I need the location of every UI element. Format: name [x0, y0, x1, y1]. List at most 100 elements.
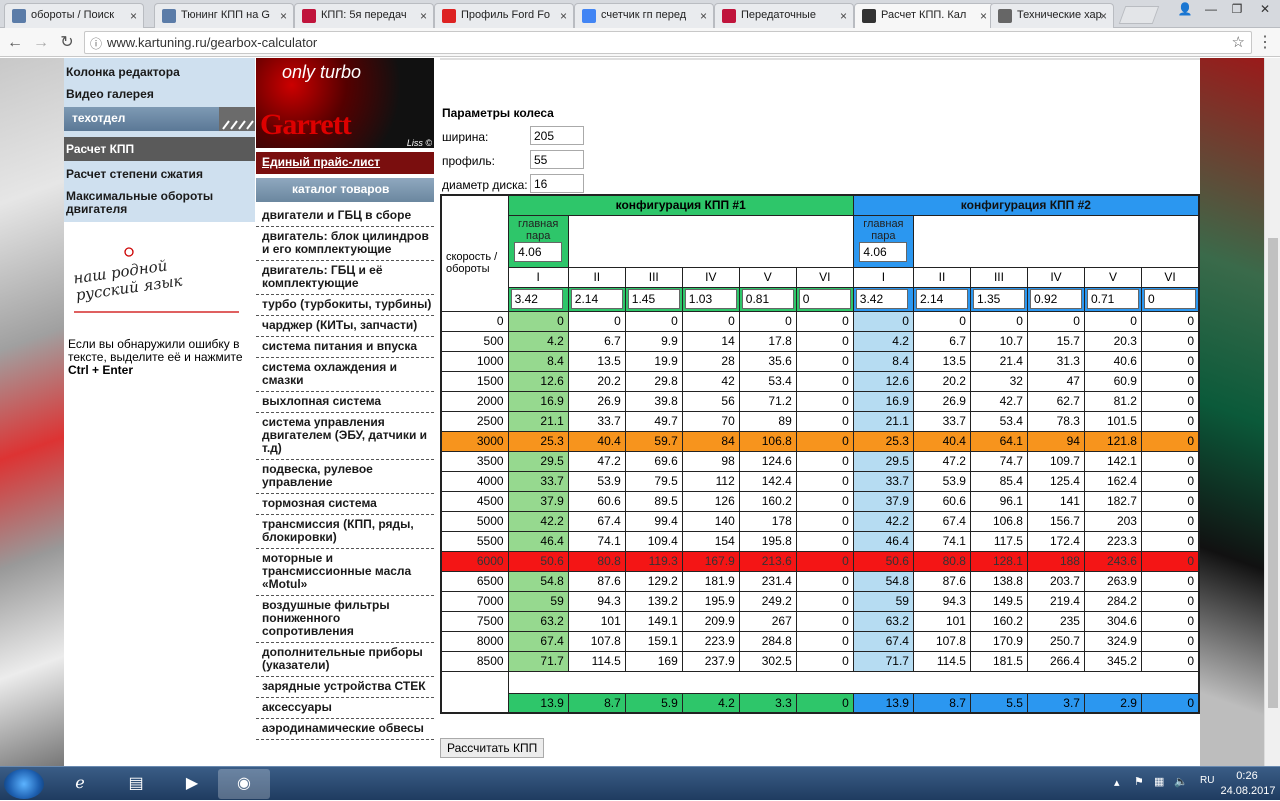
catalog-link[interactable]: система управления двигателем (ЭБУ, датч…: [256, 413, 434, 460]
speed-cell: 33.7: [507, 470, 569, 492]
info-icon[interactable]: ⓘ: [90, 35, 102, 52]
catalog-link[interactable]: аэродинамические обвесы: [256, 719, 434, 740]
explorer-icon[interactable]: ▤: [110, 769, 162, 799]
media-player-icon[interactable]: ▶: [166, 769, 218, 799]
page-content: Колонка редактора Видео галерея техотдел …: [64, 58, 1200, 766]
gear-ratio-input[interactable]: [1143, 289, 1196, 309]
close-tab-icon[interactable]: ×: [280, 9, 287, 23]
bookmark-star-icon[interactable]: ☆: [1232, 33, 1245, 51]
url-input[interactable]: ⓘ www.kartuning.ru/gearbox-calculator ☆: [84, 31, 1252, 54]
gear-ratio-input[interactable]: [684, 289, 737, 309]
browser-tab[interactable]: счетчик гп перед ×: [574, 3, 714, 28]
price-list-link[interactable]: Единый прайс-лист: [256, 152, 434, 174]
catalog-link[interactable]: дополнительные приборы (указатели): [256, 643, 434, 677]
gear-ratio-input[interactable]: [855, 289, 908, 309]
browser-tab[interactable]: обороты / Поиск ×: [4, 3, 144, 28]
scrollbar-thumb[interactable]: [1268, 238, 1278, 708]
diameter-input[interactable]: [530, 174, 584, 193]
catalog-link[interactable]: трансмиссия (КПП, ряды, блокировки): [256, 515, 434, 549]
main-pair-input[interactable]: [514, 241, 563, 262]
close-window-icon[interactable]: ✕: [1252, 0, 1278, 18]
error-note-text: Если вы обнаружили ошибку в тексте, выде…: [68, 337, 243, 364]
gear-ratio-input[interactable]: [798, 289, 851, 309]
speed-cell: 31.3: [1026, 350, 1085, 372]
browser-tab[interactable]: Тюнинг КПП на G ×: [154, 3, 294, 28]
gear-ratio-input[interactable]: [510, 289, 563, 309]
maximize-icon[interactable]: ❐: [1224, 0, 1250, 18]
speed-cell: 59: [507, 590, 569, 612]
close-tab-icon[interactable]: ×: [980, 9, 987, 23]
catalog-link[interactable]: моторные и трансмиссионные масла «Motul»: [256, 549, 434, 596]
scrollbar[interactable]: [1264, 58, 1280, 766]
catalog-link[interactable]: воздушные фильтры пониженного сопротивле…: [256, 596, 434, 643]
close-tab-icon[interactable]: ×: [130, 9, 137, 23]
browser-tab[interactable]: Передаточные ×: [714, 3, 854, 28]
catalog-link[interactable]: система питания и впуска: [256, 337, 434, 358]
close-tab-icon[interactable]: ×: [1100, 9, 1107, 23]
catalog-link[interactable]: двигатель: ГБЦ и её комплектующие: [256, 261, 434, 295]
catalog-link[interactable]: зарядные устройства СТЕК: [256, 677, 434, 698]
gear-ratio-input[interactable]: [627, 289, 680, 309]
clock-date[interactable]: 24.08.2017: [1218, 785, 1278, 797]
catalog-link[interactable]: подвеска, рулевое управление: [256, 460, 434, 494]
browser-tab[interactable]: Расчет КПП. Кал ×: [854, 3, 994, 28]
browser-tab[interactable]: Профиль Ford Fo ×: [434, 3, 574, 28]
new-tab-icon[interactable]: [1118, 6, 1160, 24]
network-icon[interactable]: ▦: [1154, 775, 1164, 788]
speed-cell: 54.8: [507, 570, 569, 592]
catalog-link[interactable]: выхлопная система: [256, 392, 434, 413]
gear-ratio-input[interactable]: [915, 289, 968, 309]
catalog-link[interactable]: двигатели и ГБЦ в сборе: [256, 206, 434, 227]
forward-icon[interactable]: →: [30, 32, 52, 54]
close-tab-icon[interactable]: ×: [700, 9, 707, 23]
user-icon[interactable]: 👤: [1172, 0, 1198, 18]
start-button-icon[interactable]: [4, 769, 44, 799]
speed-cell: 87.6: [912, 570, 971, 592]
ie-icon[interactable]: ℯ: [54, 769, 106, 799]
speed-cell: 181.9: [681, 570, 740, 592]
garrett-banner[interactable]: only turbo Garrett Liss ©: [256, 58, 434, 148]
language-indicator[interactable]: RU: [1200, 775, 1214, 786]
reload-icon[interactable]: ↻: [56, 32, 78, 54]
browser-tab[interactable]: Технические хар ×: [990, 3, 1114, 28]
catalog-link[interactable]: турбо (турбокиты, турбины): [256, 295, 434, 316]
speed-cell: 98: [681, 450, 740, 472]
gear-ratio-input[interactable]: [1029, 289, 1082, 309]
tray-arrow-icon[interactable]: ▴: [1114, 776, 1120, 789]
clock-time[interactable]: 0:26: [1224, 770, 1270, 782]
ratio-cell: [681, 286, 740, 312]
catalog-link[interactable]: чарджер (КИТы, запчасти): [256, 316, 434, 337]
speed-cell: 345.2: [1083, 650, 1142, 672]
width-input[interactable]: [530, 126, 584, 145]
calculate-button[interactable]: Рассчитать КПП: [440, 738, 545, 758]
menu-icon[interactable]: ⋮: [1254, 32, 1276, 54]
rpm-cell: 6500: [440, 570, 509, 592]
back-icon[interactable]: ←: [4, 32, 26, 54]
gear-ratio-input[interactable]: [972, 289, 1025, 309]
browser-tab[interactable]: КПП: 5я передач ×: [294, 3, 434, 28]
speed-cell: 0: [912, 310, 971, 332]
catalog-link[interactable]: тормозная система: [256, 494, 434, 515]
speed-cell: 25.3: [852, 430, 914, 452]
minimize-icon[interactable]: —: [1198, 0, 1224, 18]
catalog-link[interactable]: двигатель: блок цилиндров и его комплект…: [256, 227, 434, 261]
left-nav-link[interactable]: Видео галерея: [66, 85, 255, 107]
left-nav-active-item[interactable]: Расчет КПП: [64, 137, 255, 161]
catalog-link[interactable]: система охлаждения и смазки: [256, 358, 434, 392]
main-pair-input[interactable]: [859, 241, 908, 262]
rpm-cell: 3000: [440, 430, 509, 452]
gear-ratio-input[interactable]: [1086, 289, 1139, 309]
close-tab-icon[interactable]: ×: [420, 9, 427, 23]
gear-ratio-input[interactable]: [741, 289, 794, 309]
close-tab-icon[interactable]: ×: [840, 9, 847, 23]
catalog-link[interactable]: аксессуары: [256, 698, 434, 719]
left-nav-link[interactable]: Колонка редактора: [66, 58, 255, 85]
gear-ratio-input[interactable]: [570, 289, 623, 309]
tray-flag-icon[interactable]: ⚑: [1134, 775, 1144, 788]
chrome-icon[interactable]: ◉: [218, 769, 270, 799]
left-nav-link[interactable]: Максимальные обороты двигателя: [66, 187, 255, 222]
profile-input[interactable]: [530, 150, 584, 169]
left-nav-link[interactable]: Расчет степени сжатия: [66, 165, 255, 187]
volume-icon[interactable]: 🔈: [1174, 775, 1188, 788]
close-tab-icon[interactable]: ×: [560, 9, 567, 23]
